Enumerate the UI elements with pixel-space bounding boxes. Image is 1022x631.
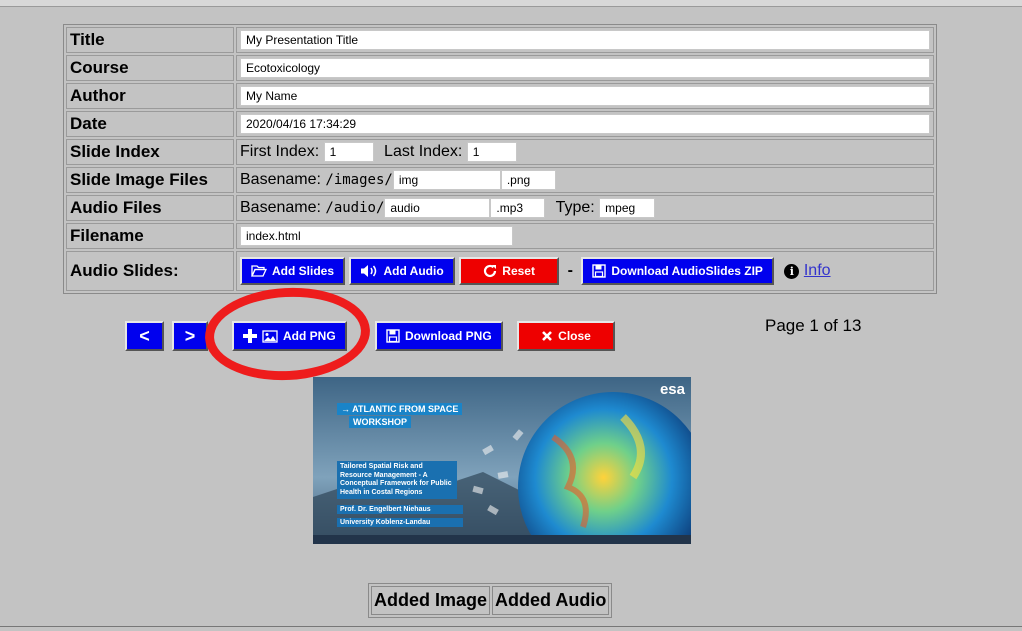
date-input[interactable] xyxy=(240,114,930,134)
slide-index-label: Slide Index xyxy=(66,139,234,165)
author-label: Author xyxy=(66,83,234,109)
course-input[interactable] xyxy=(240,58,930,78)
download-zip-label: Download AudioSlides ZIP xyxy=(611,264,763,278)
chevron-left-icon: < xyxy=(139,325,150,346)
page-indicator: Page 1 of 13 xyxy=(765,316,862,335)
close-icon xyxy=(541,330,553,342)
audio-files-label: Audio Files xyxy=(66,195,234,221)
form-row-course: Course xyxy=(66,55,934,81)
audio-slides-label: Audio Slides: xyxy=(66,251,234,291)
added-image-header: Added Image xyxy=(371,586,491,615)
form-row-slide-index: Slide Index First Index: Last Index: xyxy=(66,139,934,165)
close-label: Close xyxy=(558,329,591,343)
audio-type-input[interactable] xyxy=(599,198,656,218)
workshop-subtitle: WORKSHOP xyxy=(349,416,411,428)
previous-page-button[interactable]: < xyxy=(125,321,164,351)
floppy-disk-icon xyxy=(592,264,607,278)
reset-label: Reset xyxy=(502,264,535,278)
image-basename-input[interactable] xyxy=(392,170,501,190)
esa-logo: esa xyxy=(660,381,685,398)
info-link[interactable]: Info xyxy=(804,262,831,279)
floppy-disk-icon xyxy=(386,329,400,343)
next-page-button[interactable]: > xyxy=(172,321,208,351)
university-name: University Koblenz-Landau xyxy=(337,518,463,527)
folder-open-icon xyxy=(251,265,267,277)
workshop-title: → ATLANTIC FROM SPACE xyxy=(337,403,463,415)
audio-basename-label: Basename: xyxy=(240,199,321,217)
filename-label: Filename xyxy=(66,223,234,249)
title-label: Title xyxy=(66,27,234,53)
form-row-audio-files: Audio Files Basename: /audio/ Type: xyxy=(66,195,934,221)
form-row-author: Author xyxy=(66,83,934,109)
title-input[interactable] xyxy=(240,30,930,50)
last-index-label: Last Index: xyxy=(384,143,463,161)
add-png-label: Add PNG xyxy=(283,329,336,343)
separator-dash: - xyxy=(567,262,573,280)
bottom-divider xyxy=(0,626,1022,627)
add-audio-button[interactable]: Add Audio xyxy=(349,257,455,285)
first-index-input[interactable] xyxy=(323,142,374,162)
add-slides-button[interactable]: Add Slides xyxy=(240,257,346,285)
speaker-name: Prof. Dr. Engelbert Niehaus xyxy=(337,505,463,514)
slide-preview: esa → ATLANTIC FROM SPACE WORKSHOP Tailo… xyxy=(313,377,691,544)
filename-input[interactable] xyxy=(240,226,513,246)
reset-button[interactable]: Reset xyxy=(459,257,560,285)
form-row-audio-slides: Audio Slides: Add Slides Add Audio Reset xyxy=(66,251,934,291)
chevron-right-icon: > xyxy=(184,325,196,346)
plus-icon xyxy=(243,329,257,343)
audio-basename-input[interactable] xyxy=(384,198,491,218)
browser-top-strip xyxy=(0,0,1022,7)
first-index-label: First Index: xyxy=(240,143,320,161)
download-png-label: Download PNG xyxy=(405,329,492,343)
image-path: /images/ xyxy=(325,172,393,189)
add-audio-label: Add Audio xyxy=(383,264,444,278)
last-index-input[interactable] xyxy=(466,142,517,162)
speaker-icon xyxy=(360,264,378,278)
audio-extension-input[interactable] xyxy=(490,198,546,218)
add-png-button[interactable]: Add PNG xyxy=(232,321,347,351)
esa-logo-text: esa xyxy=(659,381,685,398)
add-slides-label: Add Slides xyxy=(272,264,335,278)
presentation-form: Title Course Author Date Slide Index Fir… xyxy=(63,24,937,294)
info-icon: i xyxy=(784,263,800,279)
added-media-table: Added Image Added Audio xyxy=(368,583,613,618)
form-row-filename: Filename xyxy=(66,223,934,249)
image-extension-input[interactable] xyxy=(500,170,556,190)
image-basename-label: Basename: xyxy=(240,171,321,189)
form-row-title: Title xyxy=(66,27,934,53)
audio-path: /audio/ xyxy=(325,200,385,217)
slide-image-files-label: Slide Image Files xyxy=(66,167,234,193)
download-zip-button[interactable]: Download AudioSlides ZIP xyxy=(581,257,774,285)
added-audio-header: Added Audio xyxy=(492,586,610,615)
download-png-button[interactable]: Download PNG xyxy=(375,321,503,351)
talk-title: Tailored Spatial Risk and Resource Manag… xyxy=(337,461,457,499)
course-label: Course xyxy=(66,55,234,81)
form-row-slide-image-files: Slide Image Files Basename: /images/ xyxy=(66,167,934,193)
refresh-icon xyxy=(483,264,497,278)
date-label: Date xyxy=(66,111,234,137)
audio-type-label: Type: xyxy=(555,199,595,217)
image-icon xyxy=(262,329,278,343)
close-button[interactable]: Close xyxy=(517,321,615,351)
form-row-date: Date xyxy=(66,111,934,137)
author-input[interactable] xyxy=(240,86,930,106)
